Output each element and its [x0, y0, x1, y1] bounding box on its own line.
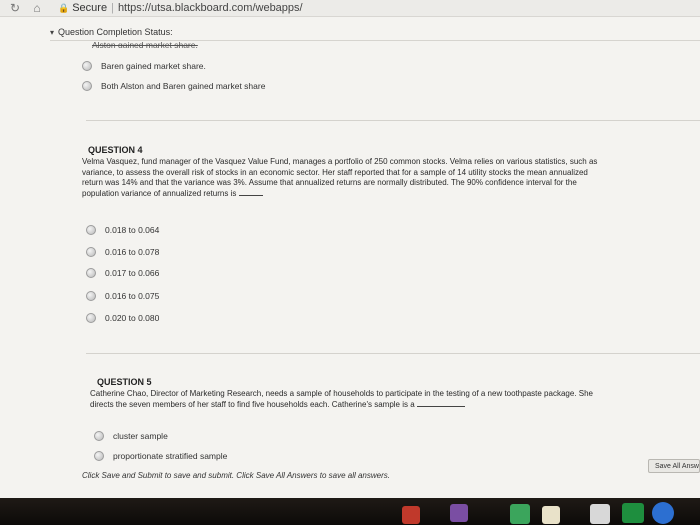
- reload-icon[interactable]: ↻: [8, 1, 22, 15]
- answer-option[interactable]: 0.017 to 0.066: [86, 268, 159, 278]
- radio-button[interactable]: [86, 268, 96, 278]
- previous-answer-cut: Alston gained market share.: [92, 42, 198, 48]
- question-4-text: Velma Vasquez, fund manager of the Vasqu…: [82, 157, 694, 199]
- app-icon[interactable]: [622, 503, 644, 523]
- divider: [86, 120, 700, 121]
- answer-blank: [238, 189, 263, 196]
- app-icon[interactable]: [450, 504, 468, 522]
- app-icon[interactable]: [510, 504, 530, 524]
- app-store-icon[interactable]: [652, 502, 674, 524]
- question-completion-status[interactable]: ▾ Question Completion Status:: [50, 24, 700, 41]
- question-text-line: Velma Vasquez, fund manager of the Vasqu…: [82, 157, 598, 166]
- chevron-down-icon: ▾: [50, 27, 55, 37]
- answer-option[interactable]: 0.016 to 0.075: [86, 291, 159, 301]
- radio-button[interactable]: [86, 291, 96, 301]
- radio-button[interactable]: [94, 431, 104, 441]
- app-icon[interactable]: [402, 506, 420, 524]
- answer-label: Both Alston and Baren gained market shar…: [101, 81, 266, 91]
- question-text-line: return was 14% and that the variance was…: [82, 178, 577, 187]
- answer-option[interactable]: 0.018 to 0.064: [86, 225, 159, 235]
- app-icon[interactable]: [590, 504, 610, 524]
- browser-toolbar: ↻ ⌂ 🔒 Secure | https://utsa.blackboard.c…: [0, 0, 700, 17]
- answer-label: 0.020 to 0.080: [105, 313, 160, 323]
- home-icon[interactable]: ⌂: [30, 1, 44, 15]
- answer-label: 0.016 to 0.078: [105, 247, 160, 257]
- answer-label: cluster sample: [113, 431, 168, 441]
- question-5-text: Catherine Chao, Director of Marketing Re…: [90, 389, 696, 410]
- footer-instructions: Click Save and Submit to save and submit…: [82, 471, 390, 480]
- answer-label: Baren gained market share.: [101, 61, 206, 71]
- url-separator: |: [111, 2, 114, 14]
- answer-option[interactable]: Both Alston and Baren gained market shar…: [82, 81, 265, 91]
- question-text-line: population variance of annualized return…: [82, 189, 694, 200]
- answer-label: 0.016 to 0.075: [105, 291, 160, 301]
- answer-label: proportionate stratified sample: [113, 451, 228, 461]
- completion-status-label: Question Completion Status:: [58, 27, 173, 37]
- answer-label: 0.018 to 0.064: [105, 225, 160, 235]
- answer-option[interactable]: proportionate stratified sample: [94, 451, 227, 461]
- radio-button[interactable]: [86, 313, 96, 323]
- radio-button[interactable]: [86, 225, 96, 235]
- answer-option[interactable]: Baren gained market share.: [82, 61, 206, 71]
- save-all-answers-button[interactable]: Save All Answers: [648, 459, 700, 473]
- question-text-line: Catherine Chao, Director of Marketing Re…: [90, 389, 593, 398]
- answer-option[interactable]: 0.020 to 0.080: [86, 313, 159, 323]
- question-text-line: directs the seven members of her staff t…: [90, 400, 696, 411]
- answer-label: 0.017 to 0.066: [105, 268, 160, 278]
- question-4-title: QUESTION 4: [88, 145, 143, 155]
- lock-icon: 🔒: [58, 2, 70, 13]
- radio-button[interactable]: [82, 81, 92, 91]
- question-text-line: variance, to assess the overall risk of …: [82, 167, 588, 177]
- app-icon[interactable]: [542, 506, 560, 524]
- radio-button[interactable]: [82, 61, 92, 71]
- answer-option[interactable]: cluster sample: [94, 431, 168, 441]
- divider: [86, 353, 700, 354]
- secure-label: Secure: [72, 2, 108, 14]
- radio-button[interactable]: [94, 451, 104, 461]
- dock: [0, 498, 700, 525]
- answer-blank: [416, 400, 465, 407]
- radio-button[interactable]: [86, 247, 96, 257]
- question-5-title: QUESTION 5: [97, 377, 152, 387]
- address-bar[interactable]: https://utsa.blackboard.com/webapps/: [118, 2, 303, 14]
- answer-option[interactable]: 0.016 to 0.078: [86, 247, 159, 257]
